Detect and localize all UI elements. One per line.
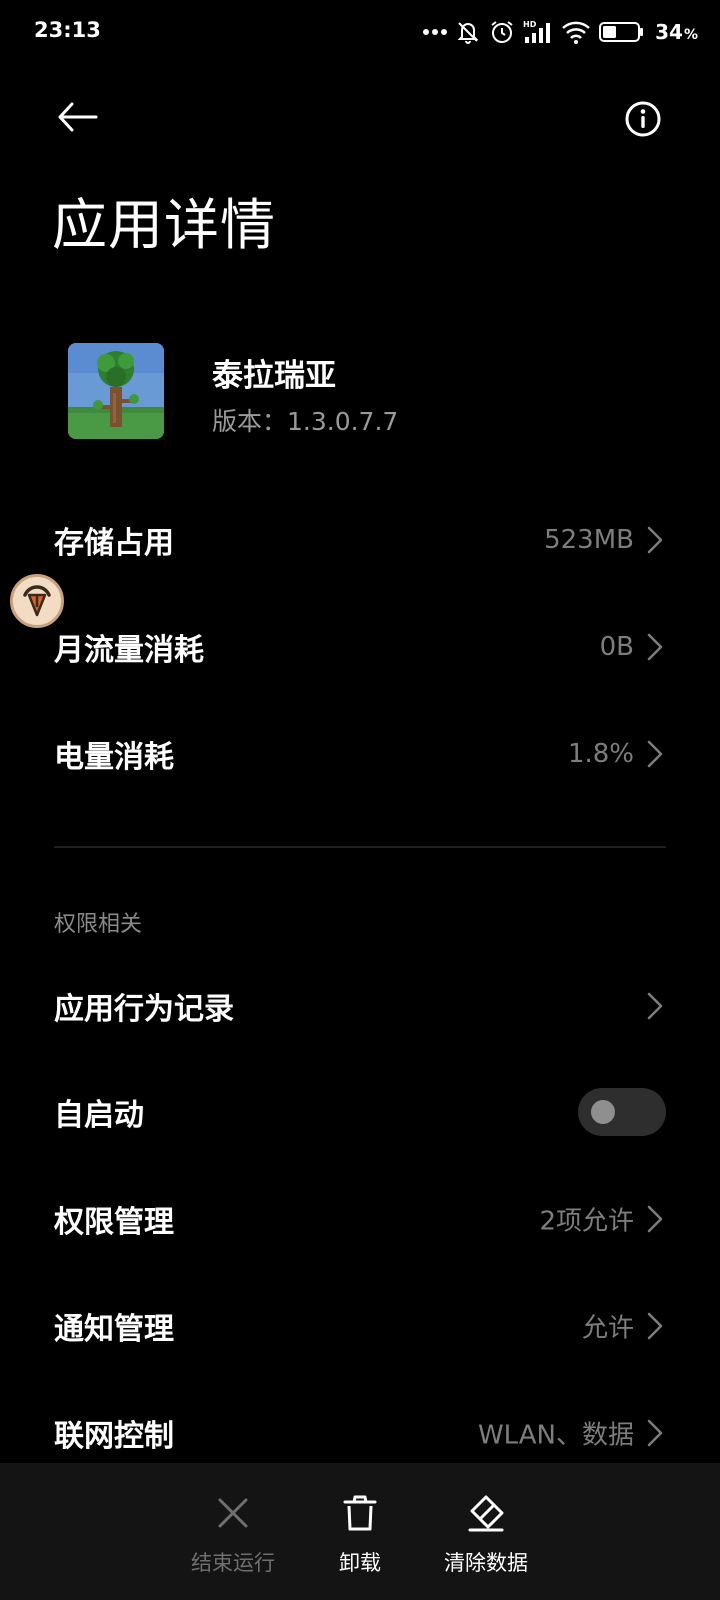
clear-data-label: 清除数据 [444,1551,528,1575]
status-icons: HD 34% [423,18,698,46]
status-time: 23:13 [34,18,101,42]
section-divider [54,846,666,848]
uninstall-label: 卸载 [339,1551,381,1575]
chevron-right-icon [647,1419,663,1447]
row-permission-mgmt[interactable]: 权限管理 2项允许 [0,1169,720,1269]
row-notification-mgmt[interactable]: 通知管理 允许 [0,1276,720,1376]
close-icon [218,1498,248,1528]
permissions-section-header: 权限相关 [54,912,143,937]
arrow-badge-icon [23,585,51,617]
chevron-right-icon [647,633,663,661]
row-autostart-label: 自启动 [54,1098,144,1133]
trash-icon [343,1495,377,1531]
app-version: 版本：1.3.0.7.7 [212,407,399,436]
page-title: 应用详情 [52,193,277,257]
row-data-usage-label: 月流量消耗 [54,633,204,668]
alarm-icon [491,21,513,43]
row-battery-value: 1.8% [567,739,634,769]
row-battery-label: 电量消耗 [54,740,174,775]
chevron-right-icon [647,526,663,554]
row-battery[interactable]: 电量消耗 1.8% [0,704,720,804]
app-icon [68,343,164,439]
chevron-right-icon [647,1312,663,1340]
chevron-right-icon [647,992,663,1020]
force-stop-button[interactable]: 结束运行 [163,1463,303,1600]
eraser-icon [468,1495,504,1532]
row-storage-label: 存储占用 [54,526,174,561]
app-details-screen: 23:13 HD 34% 应用详情 泰拉瑞亚 版本：1.3.0.7.7 存储占用… [0,0,720,1600]
wifi-icon [562,21,590,44]
chevron-right-icon [647,740,663,768]
row-behavior-log[interactable]: 应用行为记录 [0,956,720,1056]
battery-percent: 34 [655,20,683,44]
row-notification-mgmt-label: 通知管理 [54,1312,174,1347]
chevron-right-icon [647,1205,663,1233]
row-autostart: 自启动 [0,1062,720,1162]
bottom-action-bar: 结束运行 卸载 清除数据 [0,1463,720,1600]
battery-percent-sign: % [683,27,698,43]
force-stop-label: 结束运行 [191,1551,275,1575]
network-type-label: HD [523,20,537,29]
clear-data-button[interactable]: 清除数据 [416,1463,556,1600]
more-dots-icon [423,29,448,35]
bell-muted-icon [457,22,479,44]
row-permission-mgmt-value: 2项允许 [539,1206,634,1237]
status-bar: 23:13 HD 34% [0,0,720,64]
arrow-left-icon [58,102,98,132]
row-data-usage-value: 0B [599,632,634,662]
row-network-control-label: 联网控制 [54,1419,174,1454]
row-data-usage[interactable]: 月流量消耗 0B [0,597,720,697]
info-button[interactable] [618,94,668,144]
back-button[interactable] [50,94,106,140]
cell-signal-icon: HD [523,20,551,43]
uninstall-button[interactable]: 卸载 [290,1463,430,1600]
floating-assistant-button[interactable] [10,574,64,628]
info-circle-icon [625,101,661,137]
row-notification-mgmt-value: 允许 [581,1313,634,1344]
row-behavior-log-label: 应用行为记录 [54,992,234,1027]
battery-level: 34% [655,20,698,44]
row-storage[interactable]: 存储占用 523MB [0,490,720,590]
battery-icon [599,22,644,42]
row-permission-mgmt-label: 权限管理 [54,1205,174,1240]
app-name: 泰拉瑞亚 [212,358,336,394]
autostart-toggle[interactable] [578,1088,666,1136]
toggle-knob [591,1100,615,1124]
row-storage-value: 523MB [544,525,634,555]
row-network-control-value: WLAN、数据 [477,1420,634,1451]
